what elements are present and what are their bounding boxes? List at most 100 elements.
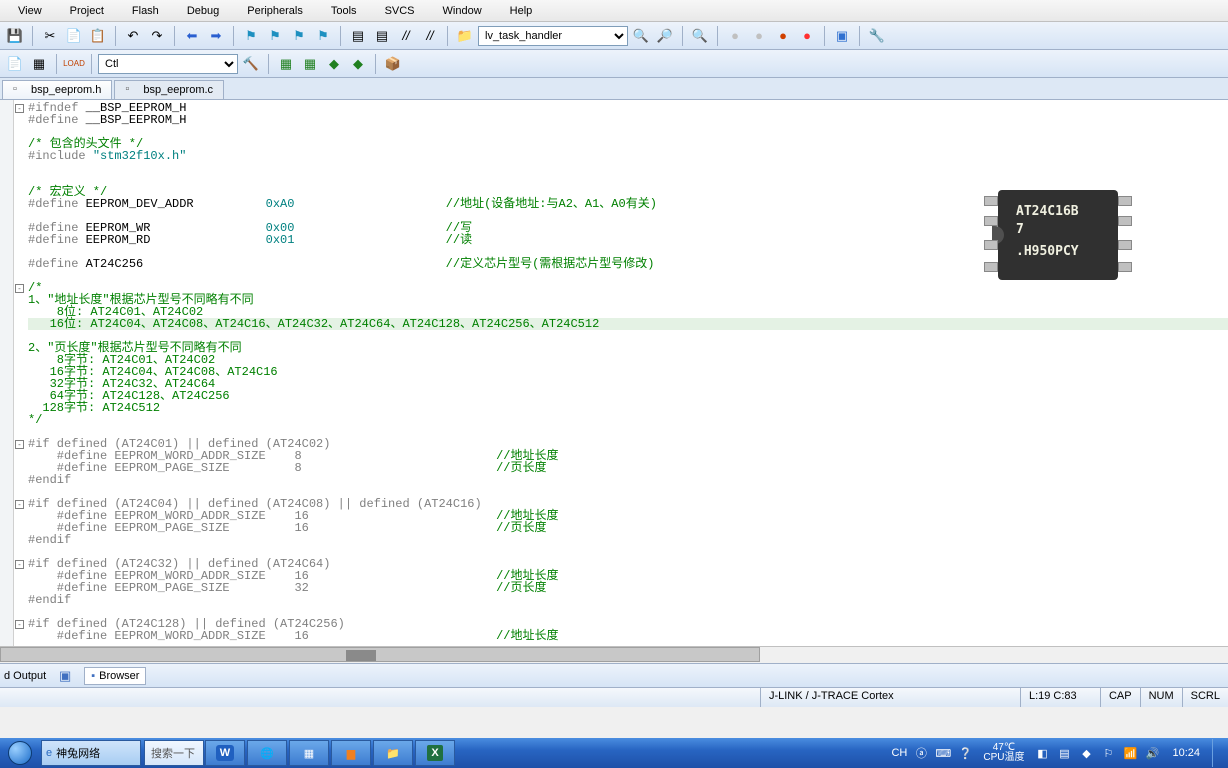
output-pin-icon[interactable]: ▣ [54,665,76,687]
windows-orb-icon [8,741,32,765]
network-icon[interactable]: 📶 [1122,745,1138,761]
manage4-icon[interactable]: ◆ [347,53,369,75]
uncomment-icon[interactable]: // [419,25,441,47]
translate-icon[interactable]: 📄 [4,53,26,75]
indent-icon[interactable]: ▤ [347,25,369,47]
output-tabs: d Output ▣ ▪ Browser [0,663,1228,687]
menu-flash[interactable]: Flash [118,3,173,19]
fold-icon[interactable]: - [15,104,24,113]
browser-tab[interactable]: ▪ Browser [84,667,146,685]
cpu-temp[interactable]: 47℃ CPU温度 [983,743,1024,763]
start-button[interactable] [0,738,40,768]
status-cursor-pos: L:19 C:83 [1020,688,1100,707]
debug-icon[interactable]: 🔍 [689,25,711,47]
menu-view[interactable]: View [4,3,56,19]
find-next-icon[interactable]: 🔎 [654,25,676,47]
horizontal-scrollbar[interactable] [0,646,1228,663]
taskbar-app-globe[interactable]: 🌐 [247,740,287,766]
chip-revision: 7 [1016,222,1024,237]
flag-icon[interactable]: ⚐ [1100,745,1116,761]
menu-peripherals[interactable]: Peripherals [233,3,317,19]
show-desktop-button[interactable] [1212,739,1220,767]
source-file-icon: ▫ [125,83,139,97]
fold-icon[interactable]: - [15,620,24,629]
chip-part-number: AT24C16B [1016,204,1079,219]
cut-icon[interactable]: ✂ [39,25,61,47]
nav-back-icon[interactable]: ⬅ [181,25,203,47]
clock[interactable]: 10:24 [1172,747,1200,759]
main-toolbar: 💾 ✂ 📄 📋 ↶ ↷ ⬅ ➡ ⚑ ⚑ ⚑ ⚑ ▤ ▤ // // 📁 lv_t… [0,22,1228,50]
menu-help[interactable]: Help [496,3,547,19]
breakpoint-disable-icon[interactable]: ● [772,25,794,47]
editor-gutter [0,100,14,646]
menu-window[interactable]: Window [429,3,496,19]
breakpoint-enable-icon[interactable]: ● [748,25,770,47]
code-editor[interactable]: - - - - - - #ifndef __BSP_EEPROM_H #defi… [0,100,1228,646]
tab-bsp-eeprom-c[interactable]: ▫ bsp_eeprom.c [114,80,224,99]
header-file-icon: ▫ [13,83,27,97]
taskbar-app-wps[interactable]: W [205,740,245,766]
help-tray-icon[interactable]: ❔ [957,745,973,761]
ime-label[interactable]: CH [891,747,907,759]
outdent-icon[interactable]: ▤ [371,25,393,47]
menu-project[interactable]: Project [56,3,118,19]
tab-bsp-eeprom-h[interactable]: ▫ bsp_eeprom.h [2,80,112,99]
tray-icon-2[interactable]: ▤ [1056,745,1072,761]
fold-icon[interactable]: - [15,440,24,449]
manage2-icon[interactable]: ▦ [299,53,321,75]
fold-icon[interactable]: - [15,284,24,293]
chip-image: AT24C16B 7 .H950PCY [968,170,1148,300]
comment-icon[interactable]: // [395,25,417,47]
menu-svcs[interactable]: SVCS [371,3,429,19]
volume-icon[interactable]: 🔊 [1144,745,1160,761]
bookmark-prev-icon[interactable]: ⚑ [264,25,286,47]
tray-icon-1[interactable]: ◧ [1034,745,1050,761]
target-combo[interactable]: Ctl [98,54,238,74]
browser-icon: ▪ [91,670,95,682]
taskbar-app-orange[interactable]: ▆ [331,740,371,766]
undo-icon[interactable]: ↶ [122,25,144,47]
find-combo[interactable]: lv_task_handler [478,26,628,46]
bookmark-next-icon[interactable]: ⚑ [288,25,310,47]
build-icon[interactable]: ▦ [28,53,50,75]
find-icon[interactable]: 🔍 [630,25,652,47]
fold-icon[interactable]: - [15,560,24,569]
fold-icon[interactable]: - [15,500,24,509]
menu-tools[interactable]: Tools [317,3,371,19]
paste-icon[interactable]: 📋 [87,25,109,47]
bookmark-toggle-icon[interactable]: ⚑ [240,25,262,47]
options-icon[interactable]: 🔨 [240,53,262,75]
pack-icon[interactable]: 📦 [382,53,404,75]
ime-icon[interactable]: ⓐ [913,745,929,761]
redo-icon[interactable]: ↷ [146,25,168,47]
status-scrl: SCRL [1182,688,1228,707]
bookmark-clear-icon[interactable]: ⚑ [312,25,334,47]
save-icon[interactable]: 💾 [4,25,26,47]
globe-icon: 🌐 [260,747,274,760]
manage-icon[interactable]: ▦ [275,53,297,75]
window-icon[interactable]: ▣ [831,25,853,47]
color-squares-icon: ▦ [304,747,314,760]
tray-icon-3[interactable]: ◆ [1078,745,1094,761]
taskbar-app-explorer[interactable]: 📁 [373,740,413,766]
nav-fwd-icon[interactable]: ➡ [205,25,227,47]
manage3-icon[interactable]: ◆ [323,53,345,75]
load-icon[interactable]: LOAD [63,53,85,75]
file-tabs: ▫ bsp_eeprom.h ▫ bsp_eeprom.c [0,78,1228,100]
menu-debug[interactable]: Debug [173,3,233,19]
windows-taskbar: e 神兔网络 搜索一下 W 🌐 ▦ ▆ 📁 X CH ⓐ ⌨ ❔ 47℃ CPU… [0,738,1228,768]
copy-icon[interactable]: 📄 [63,25,85,47]
build-output-tab[interactable]: d Output [4,670,46,682]
taskbar-app-excel[interactable]: X [415,740,455,766]
breakpoint-insert-icon[interactable]: ● [724,25,746,47]
taskbar-app-browser[interactable]: e 神兔网络 [41,740,141,766]
status-bar: J-LINK / J-TRACE Cortex L:19 C:83 CAP NU… [0,687,1228,707]
taskbar-search[interactable]: 搜索一下 [144,740,204,766]
find-folder-icon[interactable]: 📁 [454,25,476,47]
keyboard-icon[interactable]: ⌨ [935,745,951,761]
status-debugger: J-LINK / J-TRACE Cortex [760,688,1020,707]
breakpoint-kill-icon[interactable]: ● [796,25,818,47]
taskbar-app-colors[interactable]: ▦ [289,740,329,766]
config-icon[interactable]: 🔧 [866,25,888,47]
status-cap: CAP [1100,688,1140,707]
